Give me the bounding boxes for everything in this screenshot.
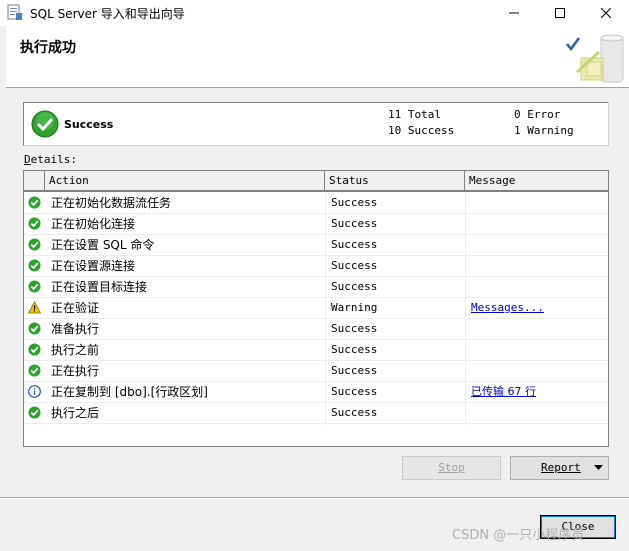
maximize-button[interactable] bbox=[537, 0, 583, 26]
maximize-icon bbox=[555, 8, 565, 18]
row-action: 准备执行 bbox=[51, 322, 100, 336]
row-action: 正在执行 bbox=[51, 364, 100, 378]
row-status: Success bbox=[331, 238, 378, 251]
row-action: 正在验证 bbox=[51, 301, 100, 315]
report-label: Report bbox=[541, 461, 581, 474]
icon-column-header bbox=[24, 171, 45, 190]
row-message-link[interactable]: Messages... bbox=[471, 298, 544, 318]
wizard-graphic-icon bbox=[566, 34, 624, 83]
window-title: SQL Server 导入和导出向导 bbox=[30, 7, 185, 21]
wizard-app-icon bbox=[7, 4, 22, 20]
success-icon bbox=[27, 214, 45, 234]
status-column-header[interactable]: Status bbox=[325, 171, 465, 190]
action-column-header[interactable]: Action bbox=[45, 171, 325, 190]
details-label: Details: bbox=[24, 153, 77, 166]
table-row[interactable]: 正在执行 Success bbox=[24, 361, 608, 382]
row-status: Success bbox=[331, 364, 378, 377]
row-action: 执行之前 bbox=[51, 343, 100, 357]
error-count: 0 Error bbox=[514, 108, 561, 121]
minimize-button[interactable] bbox=[491, 0, 537, 26]
success-icon bbox=[27, 361, 45, 381]
summary-panel: Success 11 Total 10 Success 0 Error 1 Wa… bbox=[23, 102, 609, 146]
row-action: 正在设置 SQL 命令 bbox=[51, 238, 155, 252]
row-status: Success bbox=[331, 196, 378, 209]
success-icon bbox=[27, 193, 45, 213]
success-large-icon bbox=[31, 110, 59, 138]
message-column-header[interactable]: Message bbox=[465, 171, 608, 190]
row-action: 正在初始化数据流任务 bbox=[51, 196, 172, 210]
summary-status: Success bbox=[64, 118, 114, 131]
table-row[interactable]: 正在验证 Warning Messages... bbox=[24, 298, 608, 319]
row-status: Warning bbox=[331, 301, 378, 314]
table-row[interactable]: 正在设置 SQL 命令 Success bbox=[24, 235, 608, 256]
watermark: CSDN @一只小程序员 bbox=[452, 528, 585, 543]
row-status: Success bbox=[331, 343, 378, 356]
row-status: Success bbox=[331, 217, 378, 230]
row-action: 执行之后 bbox=[51, 406, 100, 420]
grid-header: Action Status Message bbox=[24, 171, 608, 192]
footer-separator bbox=[0, 497, 629, 499]
success-icon bbox=[27, 319, 45, 339]
row-status: Success bbox=[331, 259, 378, 272]
row-status: Success bbox=[331, 385, 378, 398]
row-message-link[interactable]: 已传输 67 行 bbox=[471, 382, 536, 402]
row-status: Success bbox=[331, 406, 378, 419]
report-button[interactable]: Report bbox=[510, 456, 609, 480]
close-icon bbox=[601, 8, 611, 18]
minimize-icon bbox=[509, 12, 519, 14]
table-row[interactable]: 执行之后 Success bbox=[24, 403, 608, 424]
success-icon bbox=[27, 277, 45, 297]
success-icon bbox=[27, 340, 45, 360]
info-icon bbox=[27, 382, 45, 402]
row-status: Success bbox=[331, 280, 378, 293]
total-count: 11 Total bbox=[388, 108, 441, 121]
table-row[interactable]: 正在初始化数据流任务 Success bbox=[24, 193, 608, 214]
title-bar: SQL Server 导入和导出向导 bbox=[0, 0, 629, 26]
row-action: 正在复制到 [dbo].[行政区划] bbox=[51, 385, 208, 399]
row-action: 正在设置源连接 bbox=[51, 259, 136, 273]
page-title: 执行成功 bbox=[20, 40, 76, 56]
wizard-header: 执行成功 bbox=[6, 26, 629, 88]
success-count: 10 Success bbox=[388, 124, 455, 137]
table-row[interactable]: 正在设置源连接 Success bbox=[24, 256, 608, 277]
row-action: 正在设置目标连接 bbox=[51, 280, 148, 294]
close-window-button[interactable] bbox=[583, 0, 629, 26]
table-row[interactable]: 正在复制到 [dbo].[行政区划] Success 已传输 67 行 bbox=[24, 382, 608, 403]
warning-count: 1 Warning bbox=[514, 124, 574, 137]
success-icon bbox=[27, 256, 45, 276]
stop-button[interactable]: Stop bbox=[402, 456, 501, 480]
table-row[interactable]: 执行之前 Success bbox=[24, 340, 608, 361]
row-action: 正在初始化连接 bbox=[51, 217, 136, 231]
table-row[interactable]: 准备执行 Success bbox=[24, 319, 608, 340]
success-icon bbox=[27, 235, 45, 255]
warning-icon bbox=[27, 298, 45, 318]
dropdown-arrow-icon bbox=[594, 465, 603, 470]
success-icon bbox=[27, 403, 45, 423]
table-row[interactable]: 正在初始化连接 Success bbox=[24, 214, 608, 235]
details-grid[interactable]: Action Status Message 正在初始化数据流任务 Success 正… bbox=[23, 170, 609, 447]
row-status: Success bbox=[331, 322, 378, 335]
table-row[interactable]: 正在设置目标连接 Success bbox=[24, 277, 608, 298]
